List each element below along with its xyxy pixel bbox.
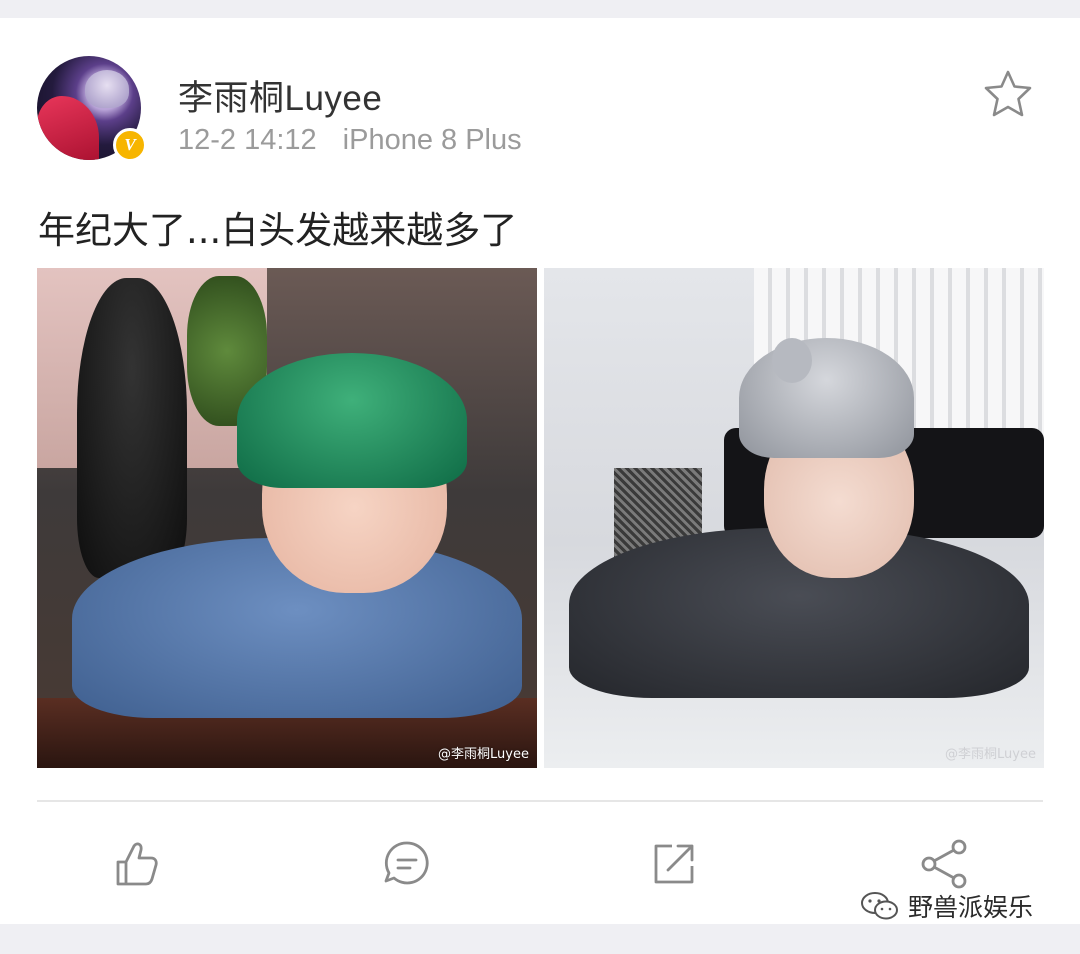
post-image-1[interactable]: @李雨桐Luyee <box>37 268 537 768</box>
divider <box>37 800 1043 802</box>
image-watermark: @李雨桐Luyee <box>438 747 529 762</box>
avatar-figure <box>85 70 129 108</box>
image-watermark: @李雨桐Luyee <box>945 747 1036 762</box>
image-green-hair <box>237 353 467 488</box>
avatar-background <box>37 96 99 160</box>
image-silver-hair <box>739 338 914 458</box>
share-icon[interactable] <box>917 836 973 892</box>
star-icon[interactable] <box>982 68 1034 120</box>
post-meta: 12-2 14:12 iPhone 8 Plus <box>178 124 522 157</box>
footer-brand: 野兽派娱乐 <box>860 888 1033 924</box>
image-hair-bun <box>772 338 812 383</box>
username[interactable]: 李雨桐Luyee <box>178 70 382 121</box>
wechat-icon <box>861 892 898 920</box>
post-image-2[interactable]: @李雨桐Luyee <box>544 268 1044 768</box>
post-date: 12-2 14:12 <box>178 124 317 156</box>
weibo-post-card: V 李雨桐Luyee 12-2 14:12 iPhone 8 Plus 年纪大了.… <box>0 18 1080 924</box>
post-text: 年纪大了...白头发越来越多了 <box>38 209 518 252</box>
like-icon[interactable] <box>108 836 164 892</box>
image-statue <box>77 278 187 578</box>
post-device: iPhone 8 Plus <box>342 124 522 156</box>
comment-icon[interactable] <box>379 836 435 892</box>
repost-icon[interactable] <box>646 836 702 892</box>
verified-badge-icon: V <box>113 128 147 162</box>
footer-brand-text: 野兽派娱乐 <box>908 893 1034 922</box>
